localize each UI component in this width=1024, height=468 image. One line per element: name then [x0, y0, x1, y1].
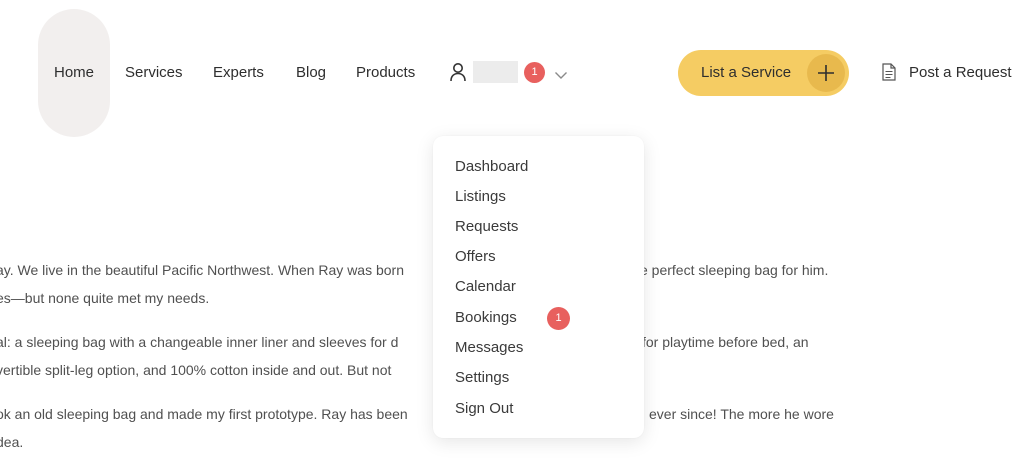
list-a-service-button[interactable]: List a Service [678, 50, 849, 96]
chevron-down-icon[interactable] [554, 67, 568, 79]
menu-item-settings[interactable]: Settings [455, 367, 509, 389]
story-line-6-left: dea. [0, 434, 24, 450]
nav-experts[interactable]: Experts [213, 62, 264, 84]
story-line-3-right: for playtime before bed, an [642, 334, 809, 350]
bookings-badge: 1 [547, 307, 570, 330]
document-icon [882, 63, 896, 81]
notification-badge: 1 [524, 62, 545, 83]
story-line-2-left: es—but none quite met my needs. [0, 290, 210, 306]
story-line-3-left: al: a sleeping bag with a changeable inn… [0, 334, 399, 350]
nav-products[interactable]: Products [356, 62, 415, 84]
page: Home Services Experts Blog Products 1 Li… [0, 0, 1024, 468]
list-a-service-label: List a Service [701, 64, 792, 81]
menu-item-offers[interactable]: Offers [455, 246, 496, 268]
nav-blog[interactable]: Blog [296, 62, 326, 84]
menu-item-listings[interactable]: Listings [455, 186, 506, 208]
nav-services[interactable]: Services [125, 62, 183, 84]
menu-item-requests[interactable]: Requests [455, 216, 518, 238]
post-a-request-label: Post a Request [909, 64, 1012, 81]
plus-icon [807, 54, 845, 92]
menu-item-dashboard[interactable]: Dashboard [455, 156, 528, 178]
menu-item-messages[interactable]: Messages [455, 337, 523, 359]
menu-item-sign-out[interactable]: Sign Out [455, 398, 513, 420]
user-name-placeholder[interactable] [473, 61, 518, 83]
menu-item-bookings-label: Bookings [455, 309, 517, 326]
user-icon[interactable] [449, 62, 467, 82]
story-line-1-left: ay. We live in the beautiful Pacific Nor… [0, 262, 404, 278]
nav-home[interactable]: Home [54, 62, 94, 84]
story-line-5-right: ever since! The more he wore [649, 406, 834, 422]
user-menu-dropdown: Dashboard Listings Requests Offers Calen… [433, 136, 644, 438]
menu-item-bookings[interactable]: Bookings 1 [455, 307, 585, 330]
story-line-1-right: e perfect sleeping bag for him. [640, 262, 829, 278]
story-line-4-left: vertible split-leg option, and 100% cott… [0, 362, 392, 378]
story-line-5-left: ok an old sleeping bag and made my first… [0, 406, 408, 422]
menu-item-calendar[interactable]: Calendar [455, 276, 516, 298]
